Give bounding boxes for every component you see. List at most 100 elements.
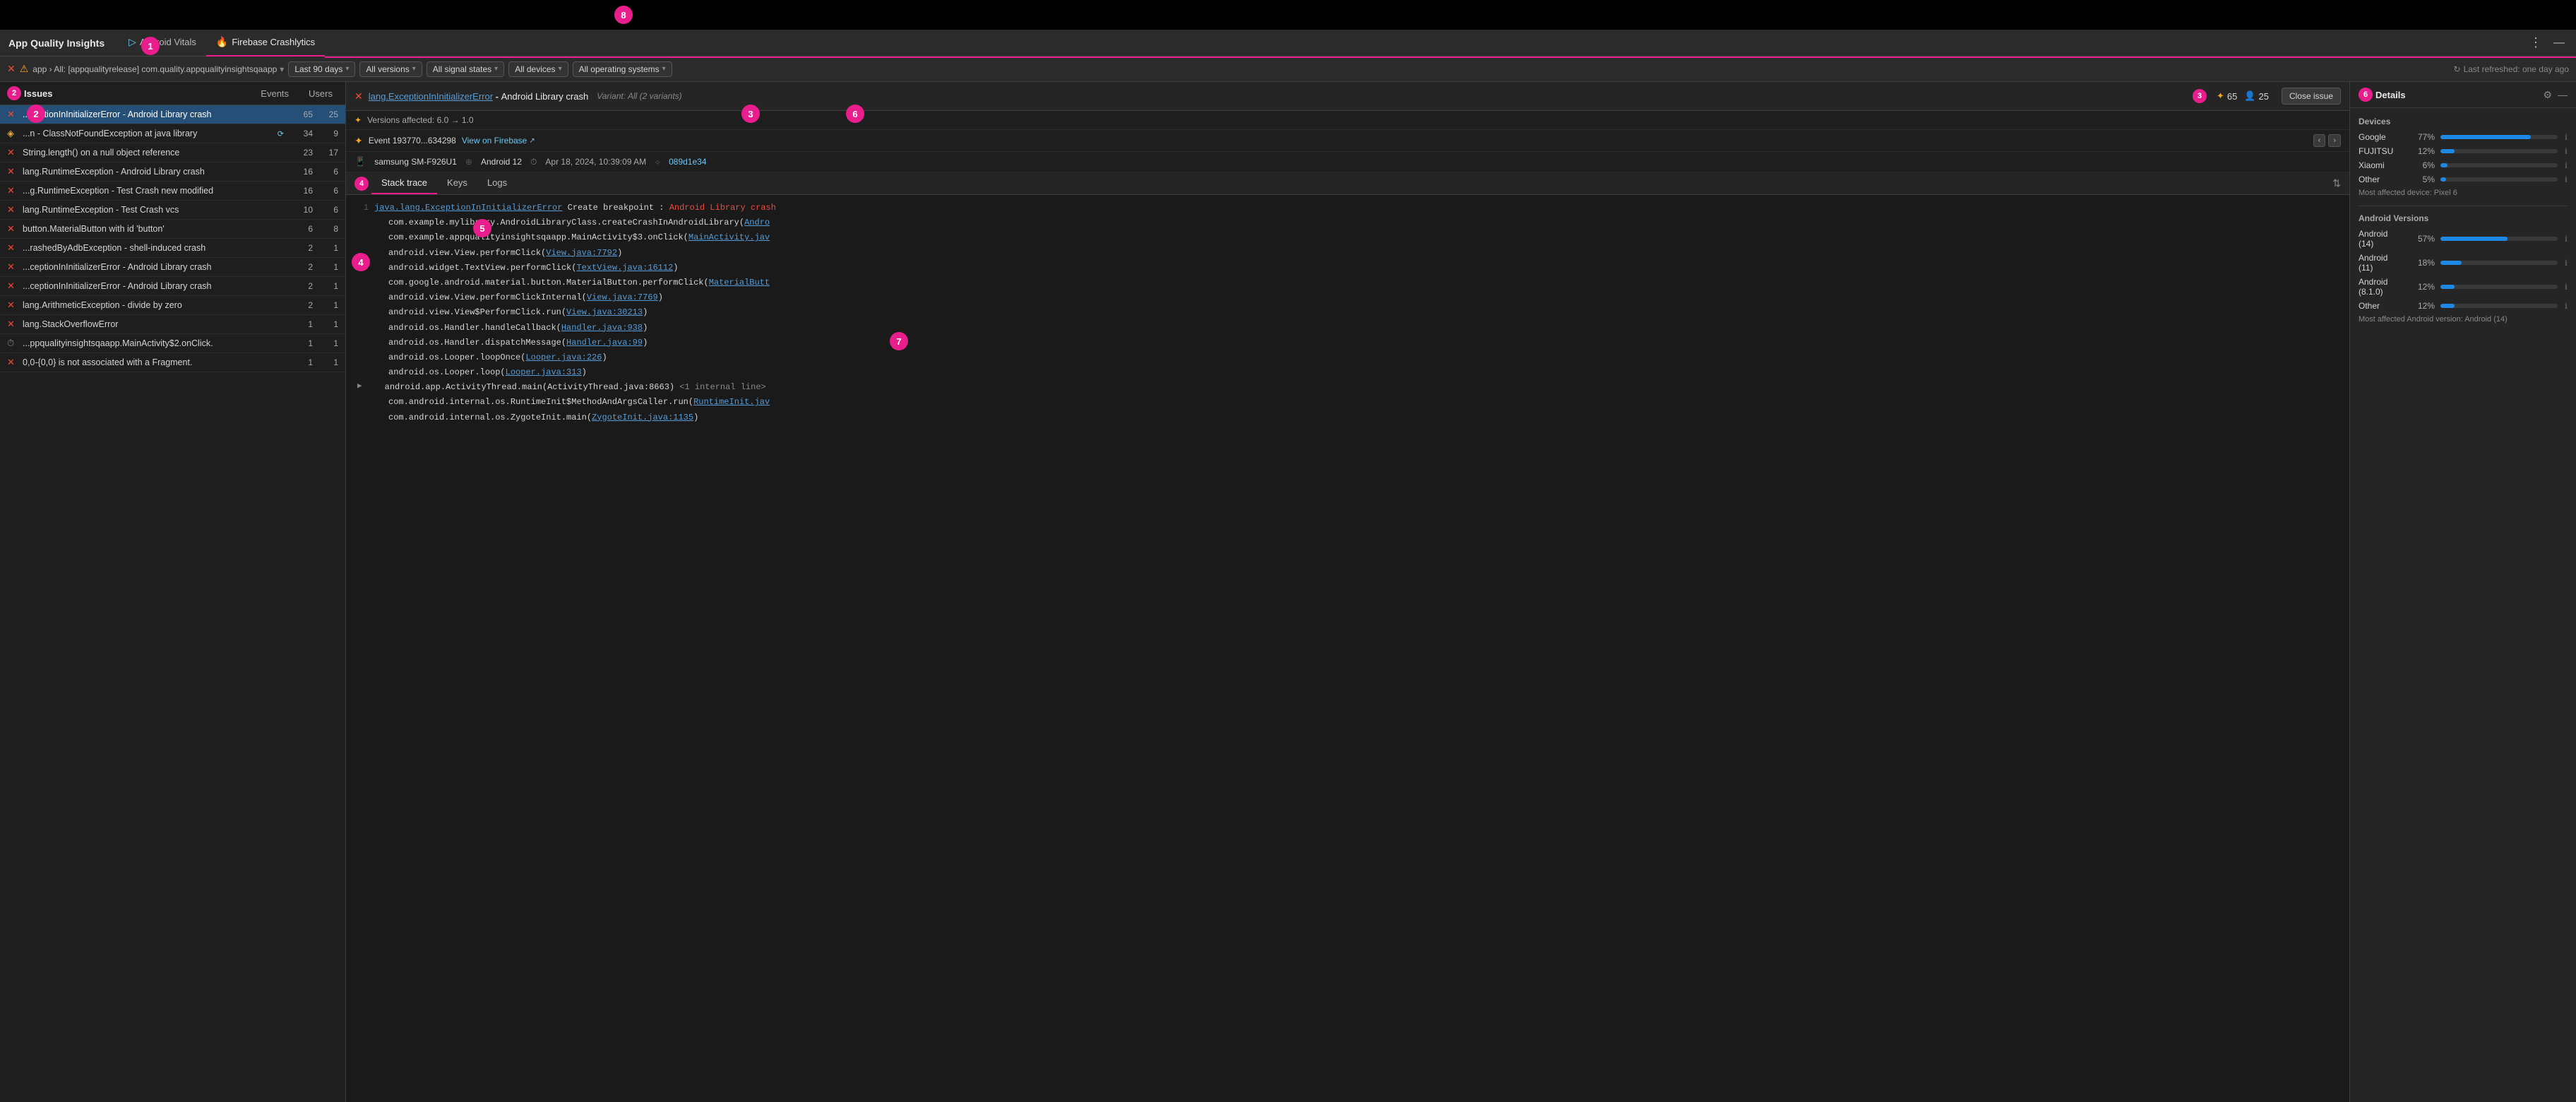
- stack-link[interactable]: RuntimeInit.jav: [693, 397, 770, 407]
- issue-events: 1: [288, 357, 313, 367]
- app-title: App Quality Insights: [8, 37, 105, 49]
- issue-text: ...ppqualityinsightsqaapp.MainActivity$2…: [23, 338, 284, 348]
- stack-line: com.android.internal.os.RuntimeInit$Meth…: [354, 395, 2341, 410]
- more-options-button[interactable]: ⋮: [2527, 32, 2545, 53]
- error-status-icon: ✕: [7, 63, 16, 75]
- stack-link[interactable]: Handler.java:99: [566, 338, 643, 348]
- issue-text: lang.ArithmeticException - divide by zer…: [23, 300, 284, 310]
- filter-bar: ✕ ⚠ app › All: [appqualityrelease] com.q…: [0, 57, 2576, 82]
- view-firebase-text: View on Firebase: [462, 136, 527, 146]
- right-panel-controls: ⚙ —: [2543, 89, 2568, 101]
- filter-os[interactable]: All operating systems ▾: [573, 61, 672, 77]
- device-label-fujitsu: FUJITSU: [2359, 146, 2404, 156]
- stack-link[interactable]: Looper.java:313: [506, 367, 582, 377]
- info-icon-android-other[interactable]: ℹ: [2565, 302, 2568, 311]
- close-panel-icon[interactable]: —: [2558, 89, 2568, 101]
- error-icon: ✕: [7, 204, 18, 215]
- top-bar: [0, 0, 2576, 30]
- event-id: Event 193770...634298: [369, 136, 456, 146]
- filter-stack-icon[interactable]: ⇅: [2332, 177, 2341, 189]
- list-item[interactable]: ✕ lang.RuntimeException - Test Crash vcs…: [0, 201, 345, 220]
- list-item[interactable]: ✕ ...ceptionInInitializerError - Android…: [0, 277, 345, 296]
- stack-expand-button[interactable]: ▶: [354, 381, 365, 393]
- filter-signal-states[interactable]: All signal states ▾: [427, 61, 504, 77]
- list-item[interactable]: ✕ String.length() on a null object refer…: [0, 143, 345, 162]
- filter-os-label: All operating systems: [579, 64, 660, 74]
- list-item[interactable]: ✕ ...ceptionInInitializerError - Android…: [0, 105, 345, 124]
- exception-class[interactable]: java.lang.ExceptionInInitializerError: [374, 203, 562, 213]
- bar-fill-fujitsu: [2440, 149, 2455, 153]
- issue-users: 1: [317, 243, 338, 253]
- info-icon-google[interactable]: ℹ: [2565, 133, 2568, 142]
- filter-versions[interactable]: All versions ▾: [359, 61, 422, 77]
- stack-link[interactable]: View.java:7792: [546, 248, 617, 258]
- detail-tabs-row: 4 Stack trace Keys Logs ⇅: [346, 172, 2349, 195]
- stack-link[interactable]: MainActivity.jav: [688, 232, 770, 242]
- close-issue-button[interactable]: Close issue: [2282, 88, 2341, 105]
- stack-link[interactable]: ZygoteInit.java:1135: [592, 413, 693, 422]
- info-icon-android11[interactable]: ℹ: [2565, 259, 2568, 268]
- filter-devices[interactable]: All devices ▾: [508, 61, 568, 77]
- stack-link[interactable]: Andro: [744, 218, 770, 227]
- list-item[interactable]: ✕ lang.RuntimeException - Android Librar…: [0, 162, 345, 182]
- tab-keys[interactable]: Keys: [437, 172, 477, 194]
- issue-users: 1: [317, 300, 338, 310]
- info-icon-android14[interactable]: ℹ: [2565, 235, 2568, 244]
- filter-devices-chevron: ▾: [559, 65, 562, 73]
- minimize-button[interactable]: —: [2551, 34, 2568, 52]
- list-item[interactable]: ✕ 0,0-{0,0} is not associated with a Fra…: [0, 353, 345, 372]
- stack-link[interactable]: TextView.java:16112: [576, 263, 673, 273]
- tab-logs[interactable]: Logs: [477, 172, 517, 194]
- list-item[interactable]: ✕ lang.ArithmeticException - divide by z…: [0, 296, 345, 315]
- android-bar-other: [2440, 304, 2558, 308]
- stack-line: android.os.Looper.loopOnce(Looper.java:2…: [354, 350, 2341, 365]
- device-bar: 📱 samsung SM-F926U1 ⊕ Android 12 ⏱ Apr 1…: [346, 152, 2349, 172]
- tab-android-vitals[interactable]: ▷ Android Vitals: [119, 30, 206, 57]
- events-badge: ✦ 65: [2217, 90, 2237, 102]
- issue-badge-number-3: 3: [2193, 89, 2207, 103]
- list-item[interactable]: ✕ ...ceptionInInitializerError - Android…: [0, 258, 345, 277]
- info-icon-fujitsu[interactable]: ℹ: [2565, 147, 2568, 156]
- issue-events: 2: [288, 262, 313, 272]
- list-item[interactable]: ✕ ...rashedByAdbException - shell-induce…: [0, 239, 345, 258]
- list-item[interactable]: ✕ button.MaterialButton with id 'button'…: [0, 220, 345, 239]
- settings-icon[interactable]: ⚙: [2543, 89, 2552, 101]
- info-icon-android810[interactable]: ℹ: [2565, 283, 2568, 292]
- event-next-button[interactable]: ›: [2328, 134, 2341, 147]
- issue-users: 1: [317, 281, 338, 291]
- android-pct-11: 18%: [2410, 258, 2435, 268]
- error-icon: ✕: [7, 147, 18, 158]
- details-title: Details: [2375, 90, 2406, 100]
- filter-devices-label: All devices: [515, 64, 555, 74]
- breadcrumb[interactable]: app › All: [appqualityrelease] com.quali…: [32, 64, 284, 74]
- event-prev-button[interactable]: ‹: [2313, 134, 2326, 147]
- stack-line: ▶ android.app.ActivityThread.main(Activi…: [354, 380, 2341, 395]
- list-item[interactable]: ✕ lang.StackOverflowError 1 1: [0, 315, 345, 334]
- stack-link[interactable]: Looper.java:226: [525, 352, 602, 362]
- list-item[interactable]: ⏱ ...ppqualityinsightsqaapp.MainActivity…: [0, 334, 345, 353]
- stack-line: android.view.View.performClickInternal(V…: [354, 290, 2341, 305]
- issue-users: 1: [317, 319, 338, 329]
- stack-line: android.widget.TextView.performClick(Tex…: [354, 261, 2341, 276]
- stack-link[interactable]: MaterialButt: [709, 278, 770, 288]
- stack-link[interactable]: Handler.java:938: [561, 323, 643, 333]
- info-icon-other-device[interactable]: ℹ: [2565, 175, 2568, 184]
- tab-stack-trace[interactable]: Stack trace: [371, 172, 437, 194]
- issue-users: 25: [317, 109, 338, 119]
- stack-link[interactable]: View.java:30213: [566, 307, 643, 317]
- events-count: 65: [2227, 91, 2237, 102]
- stack-link[interactable]: View.java:7769: [587, 292, 658, 302]
- filter-time-range[interactable]: Last 90 days ▾: [288, 61, 355, 77]
- tab-firebase-crashlytics[interactable]: 🔥 Firebase Crashlytics: [206, 30, 325, 57]
- device-label-xiaomi: Xiaomi: [2359, 160, 2404, 170]
- info-icon-xiaomi[interactable]: ℹ: [2565, 161, 2568, 170]
- stack-code: android.view.View.performClick(View.java…: [374, 247, 2341, 260]
- view-on-firebase-link[interactable]: View on Firebase ↗: [462, 136, 535, 146]
- issue-text: lang.StackOverflowError: [23, 319, 284, 329]
- list-item[interactable]: ✕ ...g.RuntimeException - Test Crash new…: [0, 182, 345, 201]
- list-item[interactable]: ◈ ...n - ClassNotFoundException at java …: [0, 124, 345, 143]
- issues-list[interactable]: ✕ ...ceptionInInitializerError - Android…: [0, 105, 345, 1102]
- tab-vitals-label: Android Vitals: [140, 37, 196, 47]
- issue-text: ...n - ClassNotFoundException at java li…: [23, 129, 275, 138]
- issues-header: 2 Issues Events Users: [0, 82, 345, 105]
